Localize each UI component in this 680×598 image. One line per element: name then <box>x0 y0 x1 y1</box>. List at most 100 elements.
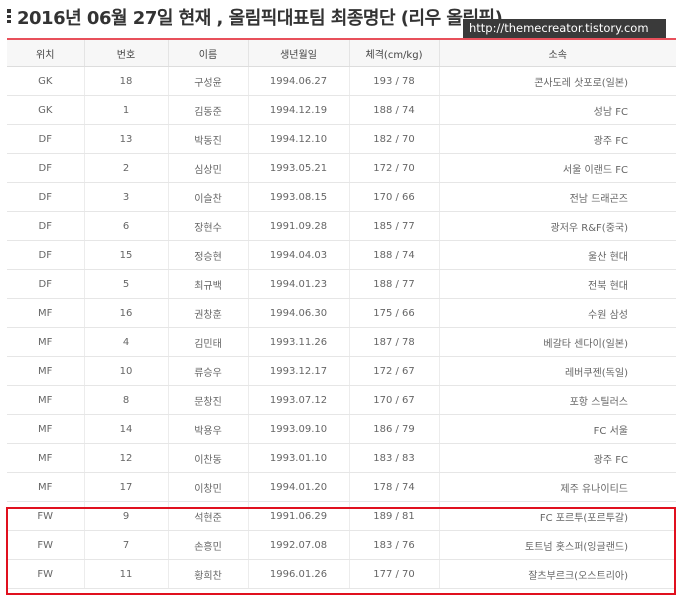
cell-physique: 172 / 67 <box>349 356 440 386</box>
roster-body: GK 18 구성윤 1994.06.27 193 / 78 콘사도레 삿포로(일본) GK 1… <box>7 66 676 589</box>
cell-number: 4 <box>84 327 169 357</box>
watermark-url: http://themecreator.tistory.com <box>463 19 666 38</box>
cell-position: DF <box>7 269 85 299</box>
cell-number: 10 <box>84 356 169 386</box>
table-row: MF 8 문창진 1993.07.12 170 / 67 포항 스틸러스 <box>7 385 676 415</box>
cell-physique: 170 / 67 <box>349 385 440 415</box>
cell-name: 박용우 <box>168 414 249 444</box>
cell-birthdate: 1996.01.26 <box>248 559 350 589</box>
cell-number: 7 <box>84 530 169 560</box>
table-row: GK 18 구성윤 1994.06.27 193 / 78 콘사도레 삿포로(일본) <box>7 66 676 96</box>
cell-number: 3 <box>84 182 169 212</box>
header-physique: 체격(cm/kg) <box>349 39 440 67</box>
cell-position: FW <box>7 559 85 589</box>
cell-physique: 188 / 74 <box>349 240 440 270</box>
cell-club: 광주 FC <box>439 124 676 154</box>
cell-birthdate: 1994.01.20 <box>248 472 350 502</box>
cell-club: 포항 스틸러스 <box>439 385 676 415</box>
header-name: 이름 <box>168 39 249 67</box>
cell-position: GK <box>7 66 85 96</box>
table-row: MF 14 박용우 1993.09.10 186 / 79 FC 서울 <box>7 414 676 444</box>
table-row: DF 6 장현수 1991.09.28 185 / 77 광저우 R&F(중국) <box>7 211 676 241</box>
cell-club: 성남 FC <box>439 95 676 125</box>
cell-club: 전북 현대 <box>439 269 676 299</box>
page-title: 2016년 06월 27일 현재 , 올림픽대표팀 최종명단 (리우 올림픽) <box>17 8 503 29</box>
cell-physique: 170 / 66 <box>349 182 440 212</box>
cell-position: MF <box>7 472 85 502</box>
cell-physique: 185 / 77 <box>349 211 440 241</box>
cell-club: FC 서울 <box>439 414 676 444</box>
header-position: 위치 <box>7 39 85 67</box>
cell-club: 수원 삼성 <box>439 298 676 328</box>
table-row: MF 4 김민태 1993.11.26 187 / 78 베갈타 센다이(일본) <box>7 327 676 357</box>
cell-club: 전남 드래곤즈 <box>439 182 676 212</box>
cell-position: DF <box>7 240 85 270</box>
cell-number: 17 <box>84 472 169 502</box>
cell-position: DF <box>7 124 85 154</box>
cell-physique: 182 / 70 <box>349 124 440 154</box>
cell-position: DF <box>7 153 85 183</box>
title-bullet-icon <box>7 9 11 23</box>
cell-birthdate: 1994.12.10 <box>248 124 350 154</box>
table-row: MF 17 이창민 1994.01.20 178 / 74 제주 유나이티드 <box>7 472 676 502</box>
cell-position: MF <box>7 298 85 328</box>
cell-number: 9 <box>84 501 169 531</box>
cell-number: 12 <box>84 443 169 473</box>
cell-position: DF <box>7 182 85 212</box>
cell-physique: 177 / 70 <box>349 559 440 589</box>
cell-name: 최규백 <box>168 269 249 299</box>
cell-club: 제주 유나이티드 <box>439 472 676 502</box>
cell-birthdate: 1991.09.28 <box>248 211 350 241</box>
cell-birthdate: 1994.04.03 <box>248 240 350 270</box>
header-club: 소속 <box>439 39 676 67</box>
cell-number: 8 <box>84 385 169 415</box>
cell-position: GK <box>7 95 85 125</box>
cell-club: FC 포르투(포르투갈) <box>439 501 676 531</box>
cell-club: 울산 현대 <box>439 240 676 270</box>
table-header-row: 위치 번호 이름 생년월일 체격(cm/kg) 소속 <box>7 39 676 67</box>
table-row: MF 16 권창훈 1994.06.30 175 / 66 수원 삼성 <box>7 298 676 328</box>
table-row: FW 7 손흥민 1992.07.08 183 / 76 토트넘 홋스퍼(잉글랜드) <box>7 530 676 560</box>
cell-position: FW <box>7 501 85 531</box>
cell-club: 광저우 R&F(중국) <box>439 211 676 241</box>
cell-birthdate: 1992.07.08 <box>248 530 350 560</box>
table-row: GK 1 김동준 1994.12.19 188 / 74 성남 FC <box>7 95 676 125</box>
cell-birthdate: 1993.05.21 <box>248 153 350 183</box>
cell-physique: 189 / 81 <box>349 501 440 531</box>
cell-number: 15 <box>84 240 169 270</box>
cell-birthdate: 1993.11.26 <box>248 327 350 357</box>
cell-number: 2 <box>84 153 169 183</box>
header-number: 번호 <box>84 39 169 67</box>
cell-number: 6 <box>84 211 169 241</box>
cell-club: 토트넘 홋스퍼(잉글랜드) <box>439 530 676 560</box>
cell-birthdate: 1993.09.10 <box>248 414 350 444</box>
cell-name: 류승우 <box>168 356 249 386</box>
cell-position: FW <box>7 530 85 560</box>
cell-position: MF <box>7 443 85 473</box>
header-birthdate: 생년월일 <box>248 39 350 67</box>
cell-position: MF <box>7 414 85 444</box>
cell-name: 손흥민 <box>168 530 249 560</box>
cell-club: 레버쿠젠(독일) <box>439 356 676 386</box>
cell-physique: 178 / 74 <box>349 472 440 502</box>
cell-position: DF <box>7 211 85 241</box>
table-row: MF 10 류승우 1993.12.17 172 / 67 레버쿠젠(독일) <box>7 356 676 386</box>
cell-name: 석현준 <box>168 501 249 531</box>
cell-number: 1 <box>84 95 169 125</box>
cell-birthdate: 1994.01.23 <box>248 269 350 299</box>
cell-birthdate: 1993.08.15 <box>248 182 350 212</box>
cell-name: 이창민 <box>168 472 249 502</box>
cell-number: 11 <box>84 559 169 589</box>
cell-physique: 186 / 79 <box>349 414 440 444</box>
cell-name: 이슬찬 <box>168 182 249 212</box>
cell-number: 16 <box>84 298 169 328</box>
cell-number: 5 <box>84 269 169 299</box>
cell-position: MF <box>7 356 85 386</box>
cell-number: 18 <box>84 66 169 96</box>
cell-physique: 175 / 66 <box>349 298 440 328</box>
cell-name: 정승현 <box>168 240 249 270</box>
cell-birthdate: 1991.06.29 <box>248 501 350 531</box>
cell-club: 광주 FC <box>439 443 676 473</box>
table-row: MF 12 이찬동 1993.01.10 183 / 83 광주 FC <box>7 443 676 473</box>
cell-club: 서울 이랜드 FC <box>439 153 676 183</box>
